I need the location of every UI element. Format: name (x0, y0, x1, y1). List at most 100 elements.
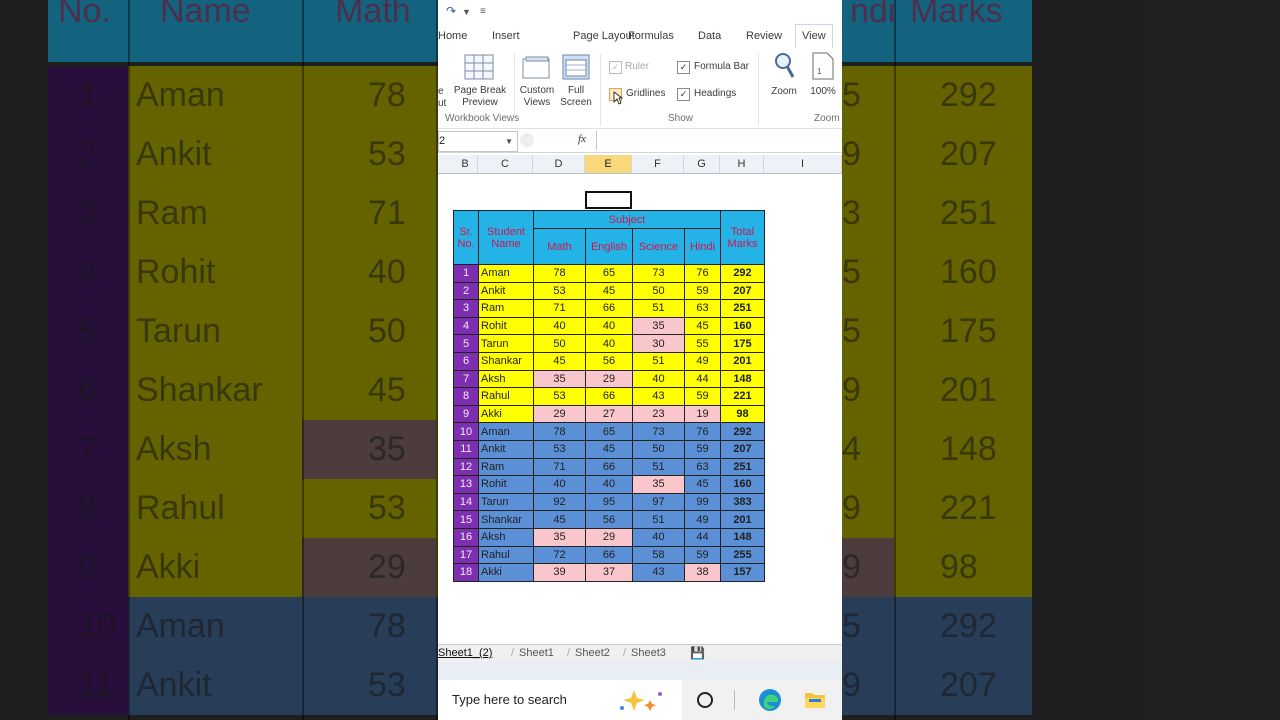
table-row[interactable]: 12 Ram 71 66 51 63 251 (453, 457, 765, 477)
table-row[interactable]: 4 Rohit 40 40 35 45 160 (453, 316, 765, 336)
cell-total-marks: 201 (720, 351, 765, 371)
sheet-tab-sheet1-2-[interactable]: Sheet1_(2) (438, 647, 492, 659)
table-row[interactable]: 6 Shankar 45 56 51 49 201 (453, 351, 765, 371)
tab-home[interactable]: Home (438, 30, 467, 42)
partial-button-label[interactable]: e ut (438, 86, 448, 110)
file-explorer-icon[interactable] (804, 689, 826, 709)
header-science: Science (632, 228, 685, 265)
cell-student-name: Tarun (478, 334, 534, 353)
cell-student-name: Rahul (478, 387, 534, 406)
header-sr-no: Sr. No. (453, 210, 479, 265)
customize-qat-icon[interactable]: ≡ (480, 6, 486, 17)
formula-input[interactable] (596, 131, 842, 150)
column-header-g[interactable]: G (684, 155, 720, 173)
cell-student-name: Rahul (478, 545, 534, 565)
cell-hindi: 59 (684, 281, 721, 301)
cell-math: 72 (533, 545, 586, 565)
cell-total-marks: 292 (720, 422, 765, 441)
cell-total-marks: 175 (720, 334, 765, 353)
table-row[interactable]: 13 Rohit 40 40 35 45 160 (453, 475, 765, 494)
column-header-e[interactable]: E (585, 155, 632, 173)
formula-bar: 2 ▼ fx (438, 130, 842, 153)
cell-total-marks: 160 (720, 316, 765, 336)
table-row[interactable]: 15 Shankar 45 56 51 49 201 (453, 510, 765, 529)
table-row[interactable]: 8 Rahul 53 66 43 59 221 (453, 387, 765, 406)
cell-sr-no: 4 (453, 316, 479, 336)
taskbar-search-box[interactable]: Type here to search (438, 680, 682, 720)
cell-hindi: 44 (684, 527, 721, 547)
cell-student-name: Ankit (478, 439, 534, 459)
table-row[interactable]: 9 Akki 29 27 23 19 98 (453, 404, 765, 424)
sheet-tab-sheet1[interactable]: Sheet1 (519, 647, 554, 659)
column-header-f[interactable]: F (632, 155, 684, 173)
name-box[interactable]: 2 ▼ (438, 131, 518, 152)
table-row[interactable]: 5 Tarun 50 40 30 55 175 (453, 334, 765, 353)
sheet-tab-separator: / (511, 647, 515, 659)
insert-function-icon[interactable]: fx (578, 133, 586, 145)
tab-insert[interactable]: Insert (492, 30, 520, 42)
show-group-label: Show (668, 113, 694, 124)
tab-formulas[interactable]: Formulas (628, 30, 674, 42)
cell-sr-no: 10 (453, 422, 479, 441)
custom-views-label: Custom Views (519, 85, 555, 108)
formula-bar-label: Formula Bar (694, 61, 750, 72)
cell-total-marks: 383 (720, 492, 765, 512)
table-row[interactable]: 11 Ankit 53 45 50 59 207 (453, 439, 765, 459)
cell-hindi: 59 (684, 439, 721, 459)
table-row[interactable]: 10 Aman 78 65 73 76 292 (453, 422, 765, 441)
task-view-icon[interactable] (697, 692, 713, 708)
cell-hindi: 19 (684, 404, 721, 424)
redo-icon[interactable]: ↷ (446, 4, 456, 18)
table-row[interactable]: 17 Rahul 72 66 58 59 255 (453, 545, 765, 565)
tab-view[interactable]: View (795, 24, 833, 48)
taskbar-search-placeholder: Type here to search (452, 692, 567, 707)
column-header-b[interactable]: B (453, 155, 478, 173)
table-row[interactable]: 18 Akki 39 37 43 38 157 (453, 563, 765, 582)
cell-english: 40 (585, 475, 633, 494)
sheet-tab-bar: 💾 Sheet1_(2) / Sheet1 / Sheet2 / Sheet3 (438, 644, 842, 663)
tab-page-layout[interactable]: Page Layout (573, 30, 635, 42)
cell-english: 95 (585, 492, 633, 512)
cell-science: 35 (632, 475, 685, 494)
zoom-group-label: Zoom (814, 113, 840, 124)
cell-hindi: 99 (684, 492, 721, 512)
column-header-d[interactable]: D (533, 155, 585, 173)
name-box-dropdown-icon[interactable]: ▼ (505, 132, 513, 151)
cell-math: 53 (533, 281, 586, 301)
insert-sheet-icon[interactable]: 💾 (690, 646, 705, 660)
table-row[interactable]: 7 Aksh 35 29 40 44 148 (453, 369, 765, 389)
column-header-i[interactable]: I (764, 155, 842, 173)
redo-dropdown-icon[interactable]: ▼ (462, 7, 471, 17)
table-row[interactable]: 1 Aman 78 65 73 76 292 (453, 264, 765, 283)
table-row[interactable]: 3 Ram 71 66 51 63 251 (453, 299, 765, 318)
column-header-h[interactable]: H (720, 155, 764, 173)
cell-hindi: 38 (684, 563, 721, 582)
sheet-tab-sheet3[interactable]: Sheet3 (631, 647, 666, 659)
cell-science: 51 (632, 299, 685, 318)
cell-total-marks: 157 (720, 563, 765, 582)
cell-student-name: Aksh (478, 369, 534, 389)
cell-english: 65 (585, 422, 633, 441)
cell-english: 66 (585, 387, 633, 406)
tab-data[interactable]: Data (698, 30, 721, 42)
table-row[interactable]: 16 Aksh 35 29 40 44 148 (453, 527, 765, 547)
sheet-tab-sheet2[interactable]: Sheet2 (575, 647, 610, 659)
cell-english: 65 (585, 264, 633, 283)
cell-math: 50 (533, 334, 586, 353)
cell-math: 29 (533, 404, 586, 424)
edge-browser-icon[interactable] (758, 688, 782, 712)
cell-student-name: Ram (478, 299, 534, 318)
formula-bar-expand-icon[interactable] (520, 133, 534, 147)
zoom-100-label: 100% (810, 86, 836, 97)
cell-hindi: 44 (684, 369, 721, 389)
cell-science: 73 (632, 264, 685, 283)
cell-sr-no: 11 (453, 439, 479, 459)
table-row[interactable]: 14 Tarun 92 95 97 99 383 (453, 492, 765, 512)
table-row[interactable]: 2 Ankit 53 45 50 59 207 (453, 281, 765, 301)
cell-total-marks: 251 (720, 299, 765, 318)
column-header-c[interactable]: C (478, 155, 533, 173)
ruler-check-icon: ✓ (609, 61, 622, 74)
tab-review[interactable]: Review (746, 30, 782, 42)
cell-hindi: 63 (684, 299, 721, 318)
worksheet-grid[interactable]: Sr. No. Student Name Subject Total Marks Math En… (438, 174, 842, 642)
